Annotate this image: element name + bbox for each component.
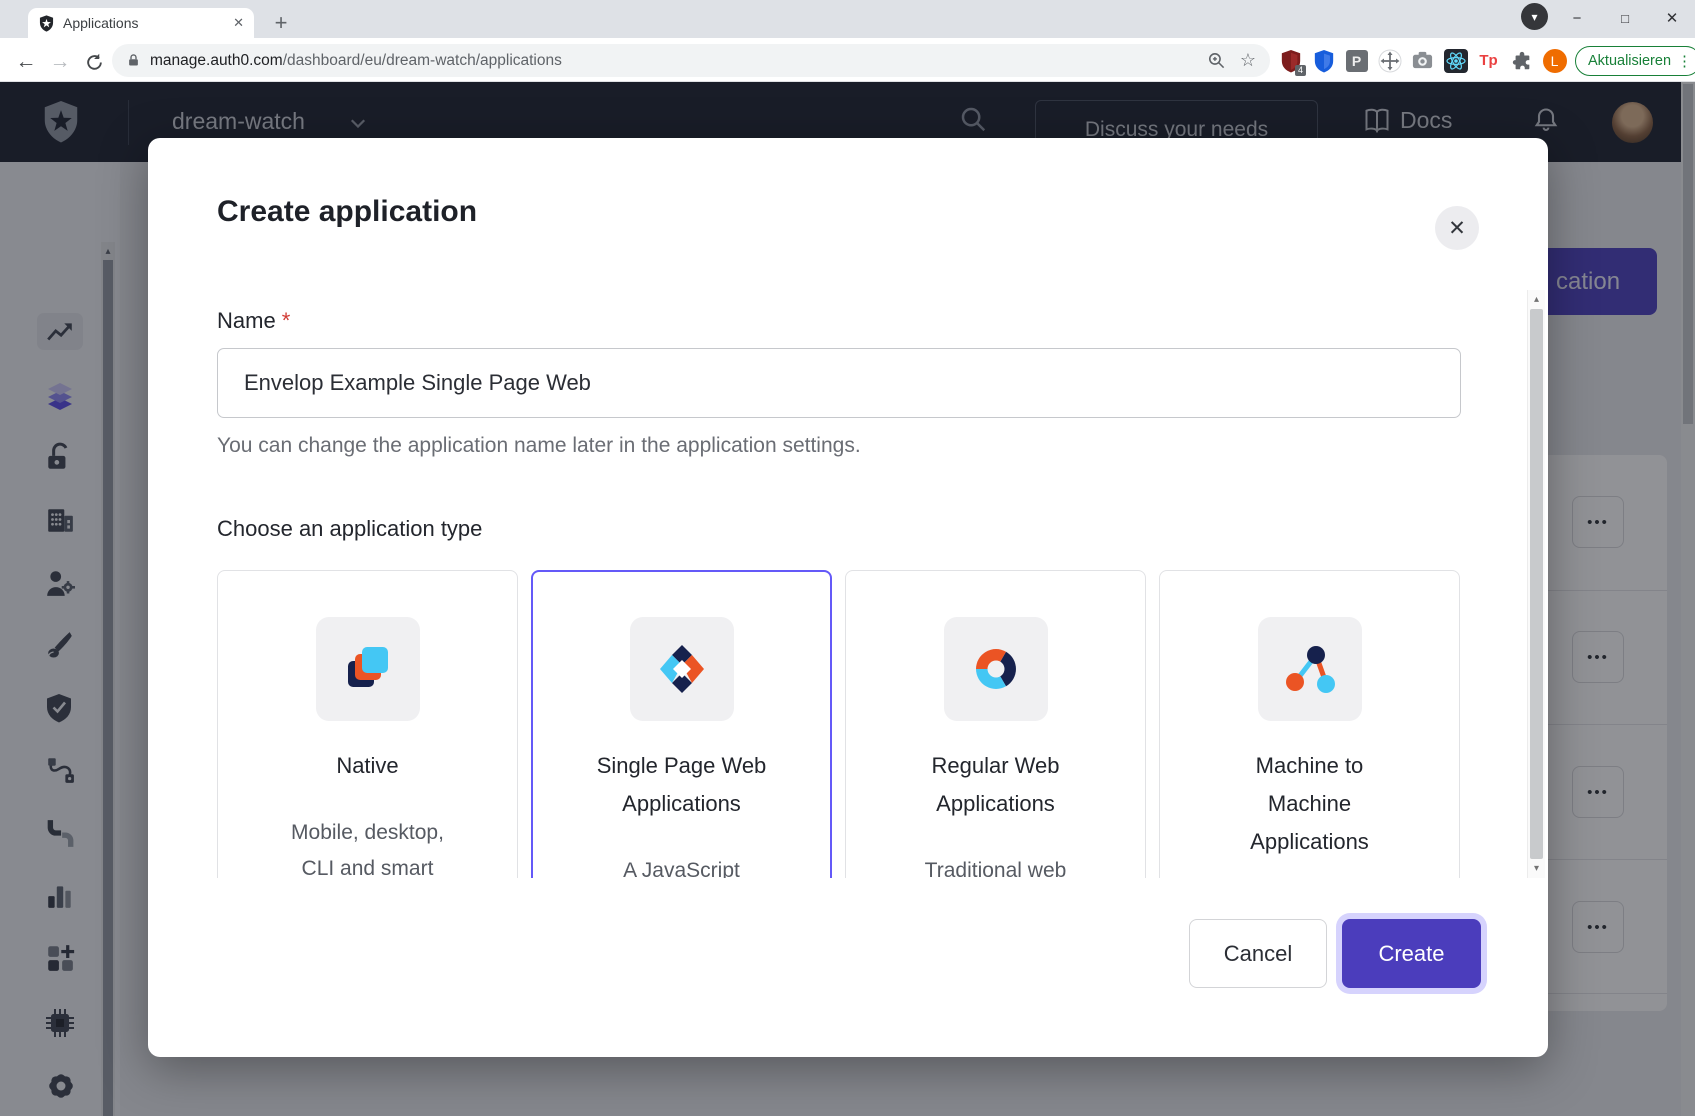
app-type-card-single-page-web[interactable]: Single Page Web Applications A JavaScrip… bbox=[531, 570, 832, 878]
required-asterisk: * bbox=[282, 308, 291, 333]
browser-profile-avatar[interactable]: L bbox=[1542, 48, 1567, 73]
address-bar[interactable]: manage.auth0.com/dashboard/eu/dream-watc… bbox=[112, 44, 1270, 77]
cancel-button[interactable]: Cancel bbox=[1189, 919, 1327, 988]
card-desc-line: Traditional web bbox=[925, 853, 1067, 878]
app-type-card-regular-web[interactable]: Regular Web Applications Traditional web bbox=[845, 570, 1146, 878]
titlebar: Applications ✕ + ▾ − □ ✕ bbox=[0, 0, 1695, 38]
lock-icon bbox=[126, 52, 141, 69]
card-title-line: Machine to bbox=[1250, 747, 1369, 785]
back-button[interactable]: ← bbox=[12, 48, 40, 76]
create-application-modal: Create application ✕ Name* You can chang… bbox=[148, 138, 1548, 1057]
extensions-puzzle-icon[interactable] bbox=[1509, 48, 1534, 73]
card-title-line: Applications bbox=[597, 785, 767, 823]
auth0-favicon bbox=[38, 15, 55, 32]
react-devtools-extension-icon[interactable] bbox=[1443, 48, 1468, 73]
card-title-line: Applications bbox=[932, 785, 1060, 823]
p-extension-icon[interactable]: P bbox=[1344, 48, 1369, 73]
update-browser-button[interactable]: Aktualisieren ⋮ bbox=[1575, 46, 1695, 76]
native-app-icon bbox=[316, 617, 420, 721]
modal-title: Create application bbox=[217, 195, 477, 229]
browser-window: Applications ✕ + ▾ − □ ✕ ← → manage.auth… bbox=[0, 0, 1695, 1116]
extensions-row: 4 P Tp L Aktualisieren ⋮ bbox=[1278, 44, 1695, 77]
app-type-card-native[interactable]: Native Mobile, desktop, CLI and smart bbox=[217, 570, 518, 878]
tp-extension-icon[interactable]: Tp bbox=[1476, 48, 1501, 73]
window-maximize-button[interactable]: □ bbox=[1604, 0, 1646, 36]
application-name-input[interactable] bbox=[217, 348, 1461, 418]
card-desc-line: Mobile, desktop, bbox=[291, 815, 444, 851]
browser-menu-icon[interactable]: ⋮ bbox=[1677, 52, 1692, 70]
bookmark-star-icon[interactable]: ☆ bbox=[1240, 50, 1256, 71]
card-title-line: Single Page Web bbox=[597, 747, 767, 785]
browser-tab[interactable]: Applications ✕ bbox=[28, 8, 254, 38]
new-tab-button[interactable]: + bbox=[268, 10, 294, 36]
tab-title: Applications bbox=[63, 15, 225, 31]
name-label: Name* bbox=[217, 308, 290, 334]
choose-type-label: Choose an application type bbox=[217, 516, 482, 542]
ublock-extension-icon[interactable]: 4 bbox=[1278, 48, 1303, 73]
chrome-update-icon[interactable]: ▾ bbox=[1521, 3, 1548, 30]
card-title-line: Machine bbox=[1250, 785, 1369, 823]
modal-scroll-up-icon[interactable]: ▴ bbox=[1528, 294, 1545, 305]
window-minimize-button[interactable]: − bbox=[1556, 0, 1598, 36]
camera-extension-icon[interactable] bbox=[1410, 48, 1435, 73]
zoom-icon[interactable] bbox=[1207, 51, 1226, 70]
m2m-app-icon bbox=[1258, 617, 1362, 721]
modal-close-button[interactable]: ✕ bbox=[1435, 206, 1479, 250]
window-close-button[interactable]: ✕ bbox=[1651, 0, 1693, 36]
reload-icon bbox=[85, 53, 104, 72]
bitwarden-extension-icon[interactable] bbox=[1311, 48, 1336, 73]
url-text[interactable]: manage.auth0.com/dashboard/eu/dream-watc… bbox=[150, 52, 562, 70]
card-desc-line: A JavaScript bbox=[623, 853, 740, 878]
tab-close-icon[interactable]: ✕ bbox=[233, 15, 244, 31]
spa-app-icon bbox=[630, 617, 734, 721]
modal-scrollbar[interactable]: ▴ ▾ bbox=[1527, 290, 1545, 878]
forward-button[interactable]: → bbox=[46, 48, 74, 76]
name-helper-text: You can change the application name late… bbox=[217, 434, 861, 458]
modal-scroll-down-icon[interactable]: ▾ bbox=[1528, 863, 1545, 874]
card-desc-line: CLI and smart bbox=[291, 851, 444, 878]
modal-scrollbar-thumb[interactable] bbox=[1530, 309, 1543, 859]
card-title-line: Native bbox=[336, 747, 398, 785]
card-title-line: Regular Web bbox=[932, 747, 1060, 785]
app-type-card-machine-to-machine[interactable]: Machine to Machine Applications bbox=[1159, 570, 1460, 878]
card-title-line: Applications bbox=[1250, 823, 1369, 861]
regular-web-app-icon bbox=[944, 617, 1048, 721]
reload-button[interactable] bbox=[80, 48, 108, 76]
create-button[interactable]: Create bbox=[1342, 919, 1481, 988]
move-capture-extension-icon[interactable] bbox=[1377, 48, 1402, 73]
application-type-cards: Native Mobile, desktop, CLI and smart Si… bbox=[148, 558, 1525, 878]
close-icon: ✕ bbox=[1448, 216, 1466, 241]
